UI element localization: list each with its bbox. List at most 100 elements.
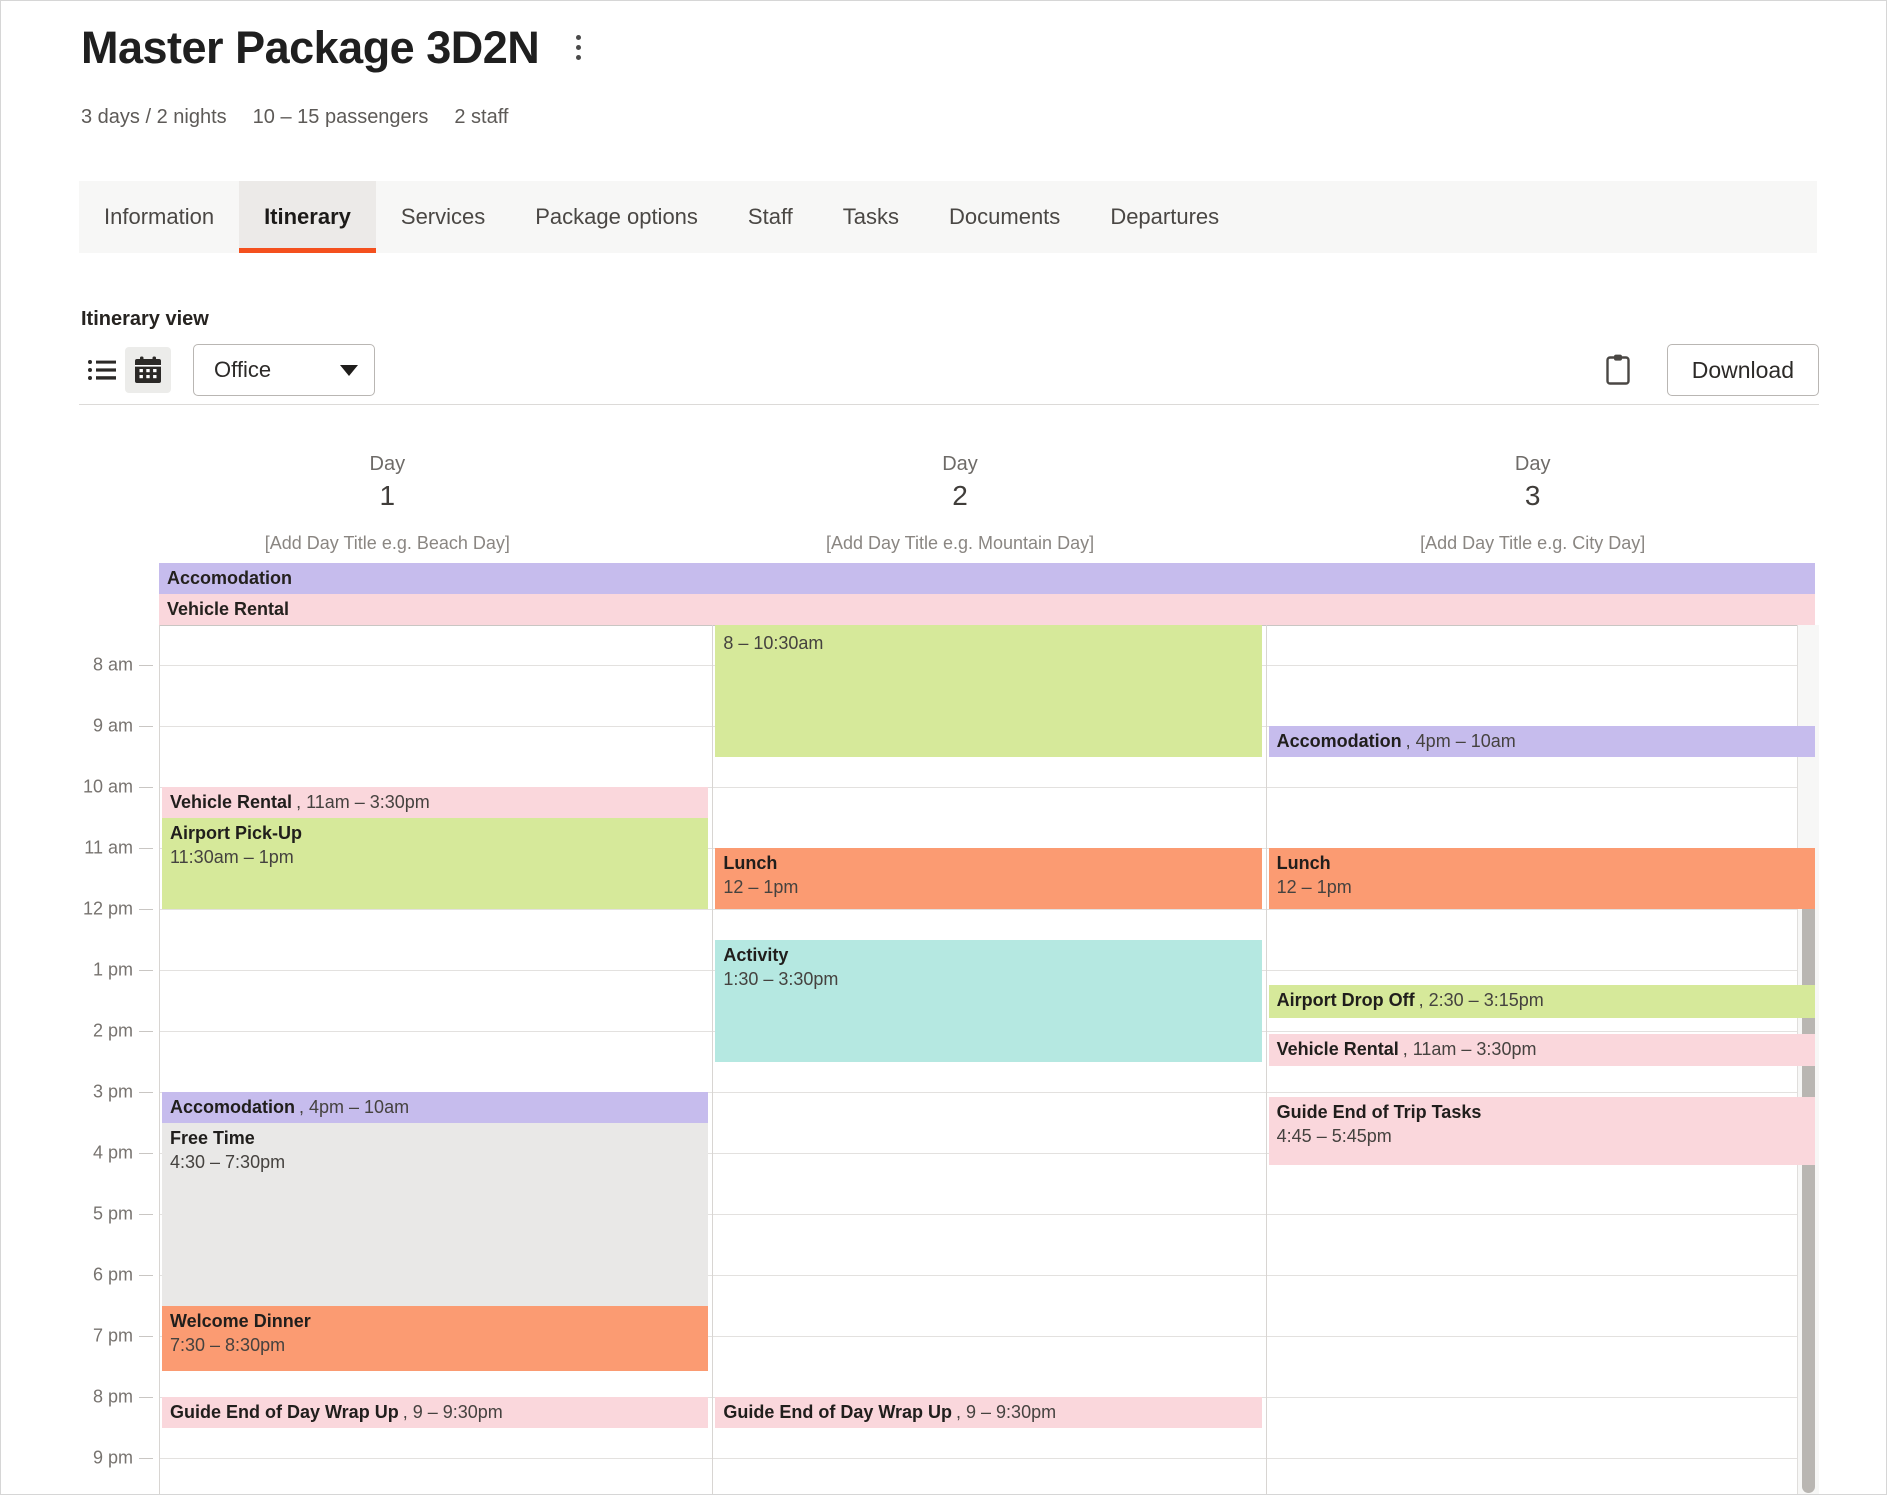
download-button[interactable]: Download	[1666, 344, 1819, 396]
event-time: 4:30 – 7:30pm	[170, 1151, 286, 1172]
time-tick	[139, 970, 153, 971]
time-tick	[139, 1092, 153, 1093]
toolbar-actions: Download	[1595, 344, 1819, 396]
calendar-event[interactable]: Airport Pick-Up 11:30am – 1pm	[162, 817, 709, 909]
calendar-grid: 8 am 9 am 10 am 11 am 12 pm 1 pm 2 pm 3 pm 4 pm 5…	[79, 625, 1819, 1494]
event-time: 12 – 1pm	[723, 877, 799, 898]
time-tick	[139, 1397, 153, 1398]
event-title: Vehicle Rental	[1276, 1039, 1399, 1060]
event-title: Vehicle Rental	[170, 792, 293, 812]
event-title: Airport Pick-Up	[170, 822, 303, 843]
all-day-row: Accomodation	[159, 563, 1815, 594]
tab-services[interactable]: Services	[376, 181, 510, 253]
time-tick	[139, 1031, 153, 1032]
event-title: Welcome Dinner	[170, 1310, 311, 1331]
day-word-3: Day	[1514, 453, 1551, 475]
tab-tasks[interactable]: Tasks	[818, 181, 924, 253]
time-label: 5 pm	[92, 1203, 133, 1224]
event-title: Activity	[723, 944, 789, 965]
event-time: , 2:30 – 3:15pm	[1418, 990, 1544, 1011]
calendar-event[interactable]: Vehicle Rental, 11am – 3:30pm	[162, 787, 709, 818]
all-day-section: Accomodation Vehicle Rental	[79, 563, 1819, 625]
kebab-menu-icon[interactable]	[565, 31, 591, 65]
calendar-event[interactable]: Accomodation, 4pm – 10am	[1268, 726, 1815, 757]
event-time: , 9 – 9:30pm	[956, 1402, 1057, 1422]
time-label: 8 pm	[92, 1386, 133, 1407]
tab-departures[interactable]: Departures	[1085, 181, 1244, 253]
event-time: , 11am – 3:30pm	[296, 792, 430, 812]
grid-line	[159, 1458, 1819, 1459]
event-title: Guide End of Day Wrap Up	[723, 1402, 953, 1422]
day-title-input-2[interactable]: [Add Day Title e.g. Mountain Day]	[674, 533, 1247, 554]
page-header: Master Package 3D2N	[81, 23, 591, 73]
time-label: 6 pm	[92, 1264, 133, 1285]
column-divider	[159, 625, 160, 1494]
clipboard-icon[interactable]	[1595, 347, 1641, 393]
day-title-input-3[interactable]: [Add Day Title e.g. City Day]	[1246, 533, 1819, 554]
time-label: 9 am	[92, 715, 133, 736]
calendar-event[interactable]: Guide End of Day Wrap Up, 9 – 9:30pm	[715, 1397, 1262, 1428]
calendar-event[interactable]: Transfer Item 8 – 10:30am	[715, 625, 1262, 757]
calendar-event[interactable]: Airport Drop Off, 2:30 – 3:15pm	[1268, 985, 1815, 1018]
calendar-event[interactable]: Lunch 12 – 1pm	[1268, 848, 1815, 909]
view-scope-value: Office	[214, 357, 272, 382]
day-columns: Vehicle Rental, 11am – 3:30pm Airport Pic…	[159, 625, 1819, 1494]
all-day-event[interactable]: Vehicle Rental	[159, 594, 1815, 625]
calendar-event[interactable]: Vehicle Rental, 11am – 3:30pm	[1268, 1034, 1815, 1067]
event-time: , 9 – 9:30pm	[402, 1402, 503, 1422]
column-divider	[1265, 625, 1267, 1494]
day-header-1: Day 1	[101, 451, 674, 526]
event-title: Guide End of Day Wrap Up	[170, 1402, 399, 1422]
day-number-3: 3	[1524, 480, 1541, 511]
toolbar-divider	[79, 404, 1819, 405]
time-label: 1 pm	[92, 959, 133, 980]
calendar-event[interactable]: Lunch 12 – 1pm	[715, 848, 1262, 909]
calendar-event[interactable]: Guide End of Day Wrap Up, 9 – 9:30pm	[162, 1397, 709, 1428]
all-day-event[interactable]: Accomodation	[159, 563, 1815, 594]
calendar-event[interactable]: Free Time 4:30 – 7:30pm	[162, 1122, 709, 1306]
event-time: 12 – 1pm	[1276, 877, 1352, 898]
time-tick	[139, 1153, 153, 1154]
day-title-placeholders: [Add Day Title e.g. Beach Day] [Add Day …	[101, 533, 1819, 554]
day-number-2: 2	[952, 480, 968, 511]
tab-information[interactable]: Information	[79, 181, 239, 253]
event-title: Transfer Item	[723, 625, 836, 629]
calendar-event[interactable]: Welcome Dinner 7:30 – 8:30pm	[162, 1305, 709, 1372]
day-title-input-1[interactable]: [Add Day Title e.g. Beach Day]	[101, 533, 674, 554]
day-header-3: Day 3	[1246, 451, 1819, 526]
calendar-view-icon[interactable]	[125, 347, 171, 393]
tab-staff[interactable]: Staff	[723, 181, 818, 253]
time-tick	[139, 1275, 153, 1276]
event-title: Accomodation	[167, 568, 293, 588]
day-headers: Day 1 Day 2 Day 3	[101, 451, 1819, 526]
view-scope-select[interactable]: Office	[193, 344, 375, 396]
all-day-row: Vehicle Rental	[159, 594, 1815, 625]
calendar-event[interactable]: Guide End of Trip Tasks 4:45 – 5:45pm	[1268, 1096, 1815, 1166]
tab-itinerary[interactable]: Itinerary	[239, 181, 376, 253]
calendar-event[interactable]: Accomodation, 4pm – 10am	[162, 1092, 709, 1123]
list-view-icon[interactable]	[79, 347, 125, 393]
time-tick	[139, 665, 153, 666]
time-label: 7 pm	[92, 1325, 133, 1346]
package-meta: 3 days / 2 nights 10 – 15 passengers 2 s…	[81, 106, 508, 129]
itinerary-view-label: Itinerary view	[81, 308, 209, 330]
scrollbar-thumb[interactable]	[1802, 893, 1815, 1493]
page-title: Master Package 3D2N	[81, 22, 540, 73]
event-title: Lunch	[1276, 853, 1331, 873]
chevron-down-icon	[340, 364, 358, 376]
time-tick	[139, 1214, 153, 1215]
day-word-2: Day	[942, 453, 978, 475]
event-title: Airport Drop Off	[1276, 990, 1415, 1011]
event-time: , 4pm – 10am	[299, 1097, 410, 1117]
time-label: 8 am	[92, 654, 133, 675]
day-header-2: Day 2	[674, 451, 1247, 526]
event-title: Accomodation	[1276, 731, 1402, 751]
time-label: 11 am	[84, 837, 133, 858]
tab-documents[interactable]: Documents	[924, 181, 1085, 253]
itinerary-toolbar: Office Download	[79, 341, 1819, 399]
tab-package-options[interactable]: Package options	[510, 181, 723, 253]
time-label: 3 pm	[92, 1081, 133, 1102]
calendar-event[interactable]: Activity 1:30 – 3:30pm	[715, 939, 1262, 1062]
event-time: 8 – 10:30am	[723, 633, 824, 654]
event-time: 4:45 – 5:45pm	[1276, 1126, 1392, 1147]
